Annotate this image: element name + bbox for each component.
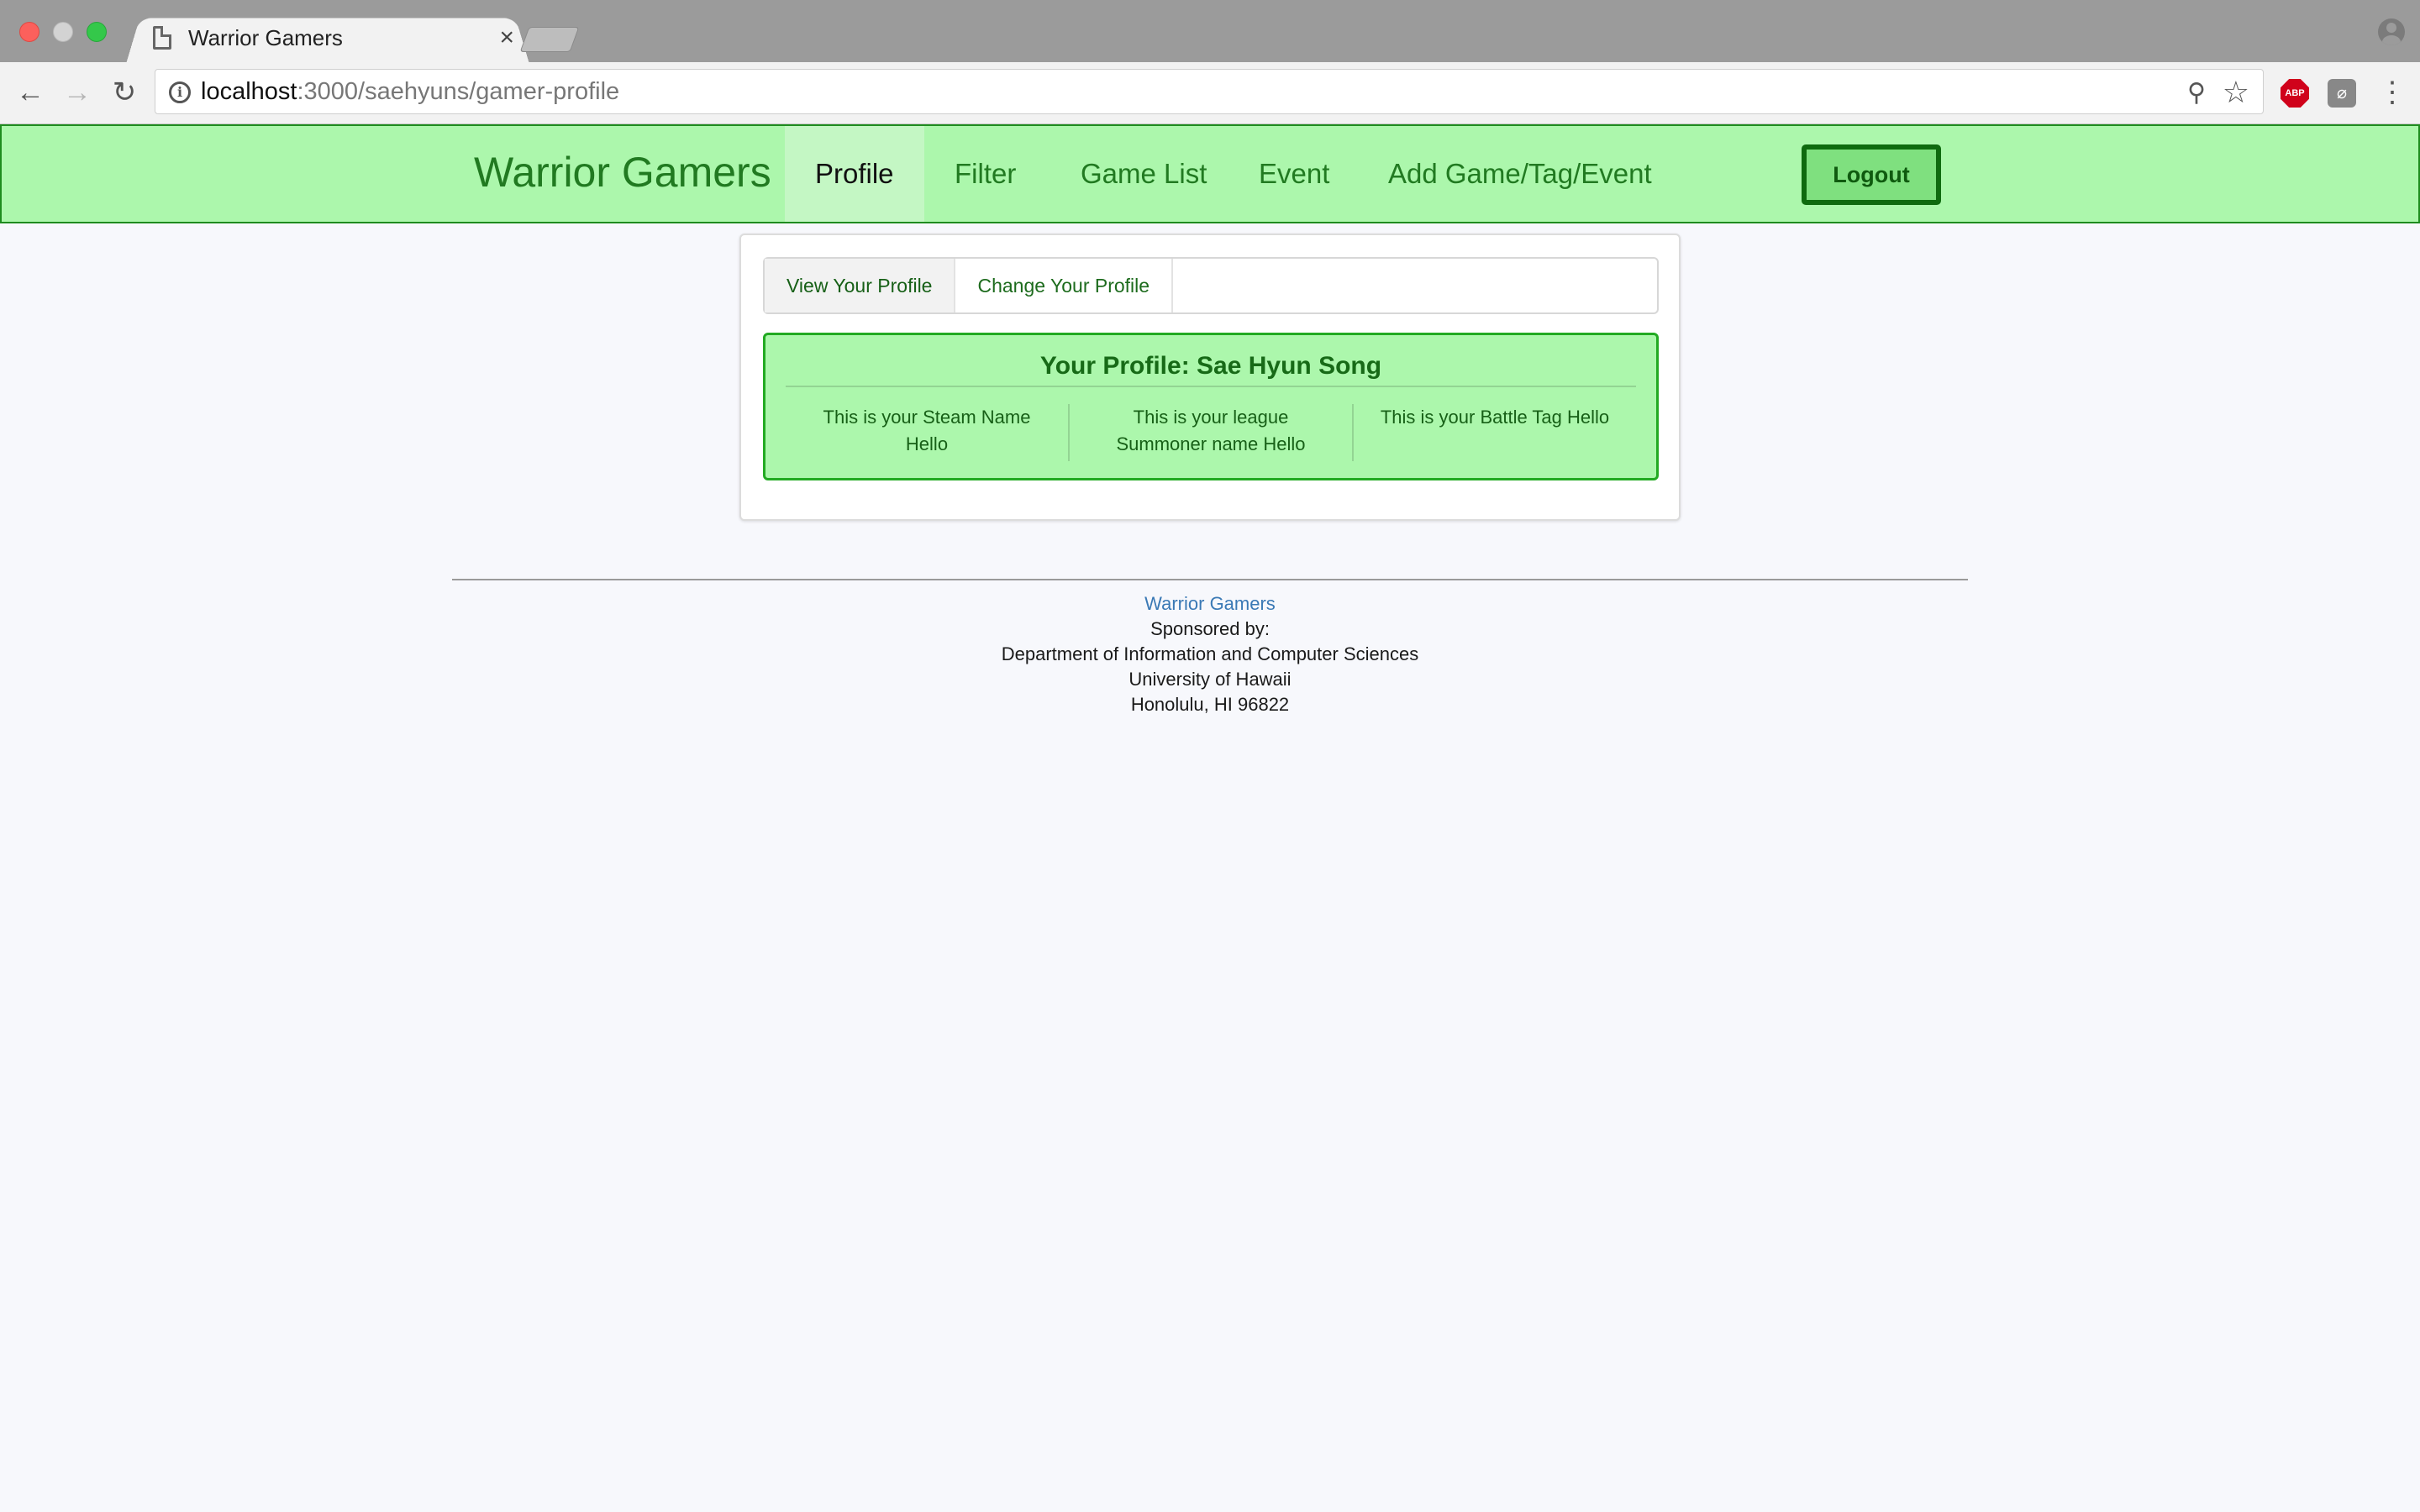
new-tab-button[interactable] xyxy=(519,27,580,52)
browser-toolbar: ← → ↻ i localhost:3000/saehyuns/gamer-pr… xyxy=(0,62,2420,124)
page-icon xyxy=(153,26,171,50)
nav-item-profile[interactable]: Profile xyxy=(785,126,924,222)
adblock-extension-icon[interactable]: ABP xyxy=(2281,79,2309,108)
tab-title: Warrior Gamers xyxy=(188,24,343,50)
footer-address: Honolulu, HI 96822 xyxy=(1130,694,1290,715)
brand-logo[interactable]: Warrior Gamers xyxy=(474,148,771,197)
nav-item-game-list[interactable]: Game List xyxy=(1050,126,1237,222)
window-minimize-button[interactable] xyxy=(53,22,73,42)
steam-name: This is your Steam Name Hello xyxy=(823,407,1031,454)
tab-change-profile[interactable]: Change Your Profile xyxy=(955,259,1174,312)
address-bar[interactable]: i localhost:3000/saehyuns/gamer-profile … xyxy=(155,69,2264,114)
profile-menu: View Your Profile Change Your Profile xyxy=(763,257,1659,314)
footer-university: University of Hawaii xyxy=(1128,669,1292,690)
bookmark-star-icon[interactable]: ☆ xyxy=(2223,75,2249,110)
browser-titlebar: Warrior Gamers × xyxy=(0,0,2420,64)
footer-site-link[interactable]: Warrior Gamers xyxy=(454,591,1966,617)
footer-divider xyxy=(452,579,1968,580)
battle-tag: This is your Battle Tag Hello xyxy=(1352,404,1636,461)
browser-tab-content[interactable]: Warrior Gamers × xyxy=(148,13,518,62)
logout-button[interactable]: Logout xyxy=(1802,144,1941,205)
forward-arrow-icon[interactable]: → xyxy=(59,74,96,111)
window-close-button[interactable] xyxy=(19,22,39,42)
browser-menu-icon[interactable]: ⋮ xyxy=(2378,74,2407,111)
back-arrow-icon[interactable]: ← xyxy=(12,74,49,111)
profile-title: Your Profile: Sae Hyun Song xyxy=(786,352,1636,387)
nav-item-add[interactable]: Add Game/Tag/Event xyxy=(1358,126,1682,222)
footer-department: Department of Information and Computer S… xyxy=(1001,643,1419,664)
footer: Warrior Gamers Sponsored by: Department … xyxy=(454,591,1966,717)
zoom-icon[interactable]: ⚲ xyxy=(2187,78,2206,108)
profile-details: This is your Steam Name Hello This is yo… xyxy=(786,404,1636,461)
info-icon[interactable]: i xyxy=(169,81,191,103)
url-text[interactable]: localhost:3000/saehyuns/gamer-profile xyxy=(201,78,619,106)
footer-sponsored: Sponsored by: xyxy=(1150,618,1270,639)
profile-card: View Your Profile Change Your Profile Yo… xyxy=(739,234,1681,521)
profile-segment: Your Profile: Sae Hyun Song This is your… xyxy=(763,333,1659,480)
tab-close-icon[interactable]: × xyxy=(499,25,514,50)
nav-item-filter[interactable]: Filter xyxy=(924,126,1046,222)
window-maximize-button[interactable] xyxy=(87,22,107,42)
tab-view-profile[interactable]: View Your Profile xyxy=(765,259,956,312)
league-summoner-name: This is your league Summoner name Hello xyxy=(1068,404,1352,461)
user-profile-icon[interactable] xyxy=(2378,18,2405,45)
app-navbar: Warrior Gamers Profile Filter Game List … xyxy=(0,124,2420,223)
nav-item-event[interactable]: Event xyxy=(1228,126,1360,222)
extension-icon[interactable]: ⌀ xyxy=(2328,79,2356,108)
reload-icon[interactable]: ↻ xyxy=(106,74,143,111)
